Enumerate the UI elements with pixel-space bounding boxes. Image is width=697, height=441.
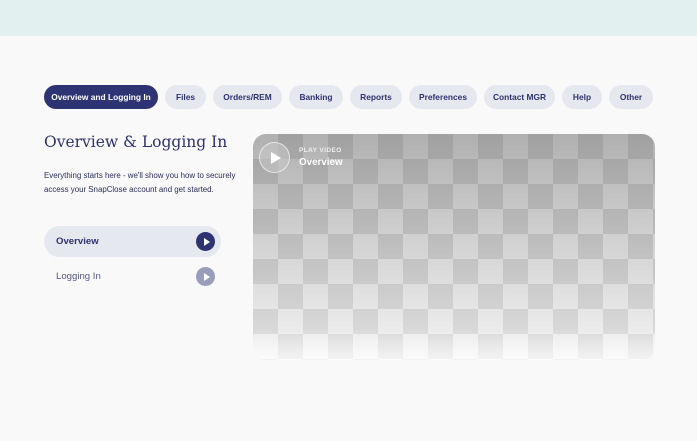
- tab-banking[interactable]: Banking: [289, 85, 343, 109]
- top-banner: [0, 0, 697, 36]
- video-item-label: Logging In: [56, 271, 101, 282]
- video-item-overview[interactable]: Overview: [44, 226, 221, 257]
- tab-other[interactable]: Other: [609, 85, 653, 109]
- video-item-label: Overview: [56, 236, 99, 247]
- tab-preferences[interactable]: Preferences: [409, 85, 477, 109]
- play-icon[interactable]: [196, 232, 215, 251]
- tab-orders-rem[interactable]: Orders/REM: [213, 85, 282, 109]
- video-thumbnail-fade: [253, 330, 655, 360]
- player-kicker: PLAY VIDEO: [299, 147, 342, 154]
- play-icon[interactable]: [196, 267, 215, 286]
- tab-reports[interactable]: Reports: [350, 85, 402, 109]
- video-item-logging-in[interactable]: Logging In: [44, 261, 221, 292]
- tab-help[interactable]: Help: [562, 85, 602, 109]
- video-player[interactable]: PLAY VIDEO Overview: [253, 134, 655, 360]
- tab-files[interactable]: Files: [165, 85, 206, 109]
- play-icon[interactable]: [259, 142, 290, 173]
- category-tabs: Overview and Logging In Files Orders/REM…: [44, 85, 653, 109]
- player-title: Overview: [299, 157, 343, 168]
- tab-contact-mgr[interactable]: Contact MGR: [484, 85, 555, 109]
- section-description: Everything starts here - we'll show you …: [44, 171, 236, 194]
- tab-overview-and-logging-in[interactable]: Overview and Logging In: [44, 85, 158, 109]
- section-title: Overview & Logging In: [44, 133, 228, 151]
